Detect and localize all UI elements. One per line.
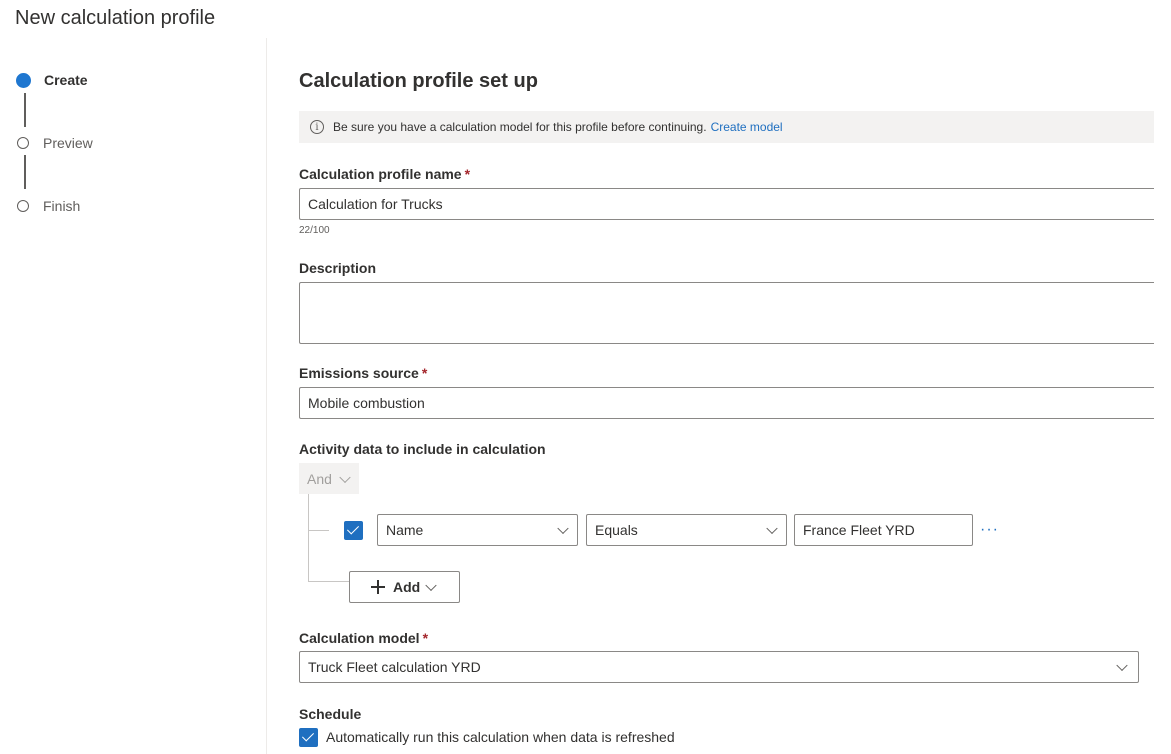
tree-connector [308, 494, 309, 581]
chevron-down-icon [425, 579, 437, 592]
step-inactive-icon [17, 137, 29, 149]
condition-value-input[interactable]: France Fleet YRD [794, 514, 973, 546]
create-model-link[interactable]: Create model [711, 120, 783, 134]
step-preview[interactable]: Preview [17, 135, 93, 151]
required-mark: * [421, 365, 428, 381]
chevron-down-icon [339, 471, 351, 483]
schedule-checkbox[interactable] [299, 728, 318, 747]
schedule-option-label: Automatically run this calculation when … [326, 729, 675, 745]
tree-connector [308, 581, 349, 582]
schedule-label: Schedule [299, 706, 362, 722]
calculation-model-label: Calculation model * [299, 630, 429, 646]
condition-field-dropdown[interactable]: Name [377, 514, 578, 546]
description-label: Description [299, 260, 377, 276]
plus-icon [371, 580, 385, 594]
add-condition-button[interactable]: Add [349, 571, 460, 603]
step-label: Finish [43, 198, 81, 214]
activity-data-label: Activity data to include in calculation [299, 441, 546, 457]
emissions-source-label: Emissions source * [299, 365, 428, 381]
operator-dropdown[interactable]: And [299, 463, 359, 494]
profile-name-label: Calculation profile name * [299, 166, 471, 182]
page-title: New calculation profile [15, 7, 216, 29]
chevron-down-icon [557, 522, 569, 535]
required-mark: * [464, 166, 471, 182]
chevron-down-icon [766, 522, 778, 535]
condition-checkbox[interactable] [344, 521, 363, 540]
char-count: 22/100 [299, 225, 330, 236]
description-input[interactable] [299, 282, 1154, 344]
profile-name-input[interactable]: Calculation for Trucks [299, 188, 1154, 220]
step-finish[interactable]: Finish [17, 198, 80, 214]
more-options-icon[interactable]: ··· [980, 521, 999, 539]
form-title: Calculation profile set up [299, 70, 538, 92]
panel-divider [266, 38, 267, 754]
required-mark: * [422, 630, 429, 646]
step-active-icon [16, 72, 31, 88]
step-label: Preview [43, 135, 93, 151]
info-message-bar: i Be sure you have a calculation model f… [299, 111, 1154, 143]
condition-comparison-dropdown[interactable]: Equals [586, 514, 787, 546]
step-inactive-icon [17, 200, 29, 212]
calculation-model-dropdown[interactable]: Truck Fleet calculation YRD [299, 651, 1139, 683]
tree-connector [308, 530, 329, 531]
emissions-source-input[interactable]: Mobile combustion [299, 387, 1154, 419]
info-icon: i [310, 120, 324, 134]
chevron-down-icon [1116, 659, 1128, 672]
step-label: Create [44, 72, 88, 88]
step-connector [24, 155, 26, 189]
info-message: Be sure you have a calculation model for… [333, 120, 707, 134]
step-create[interactable]: Create [16, 72, 88, 88]
step-connector [24, 93, 26, 127]
